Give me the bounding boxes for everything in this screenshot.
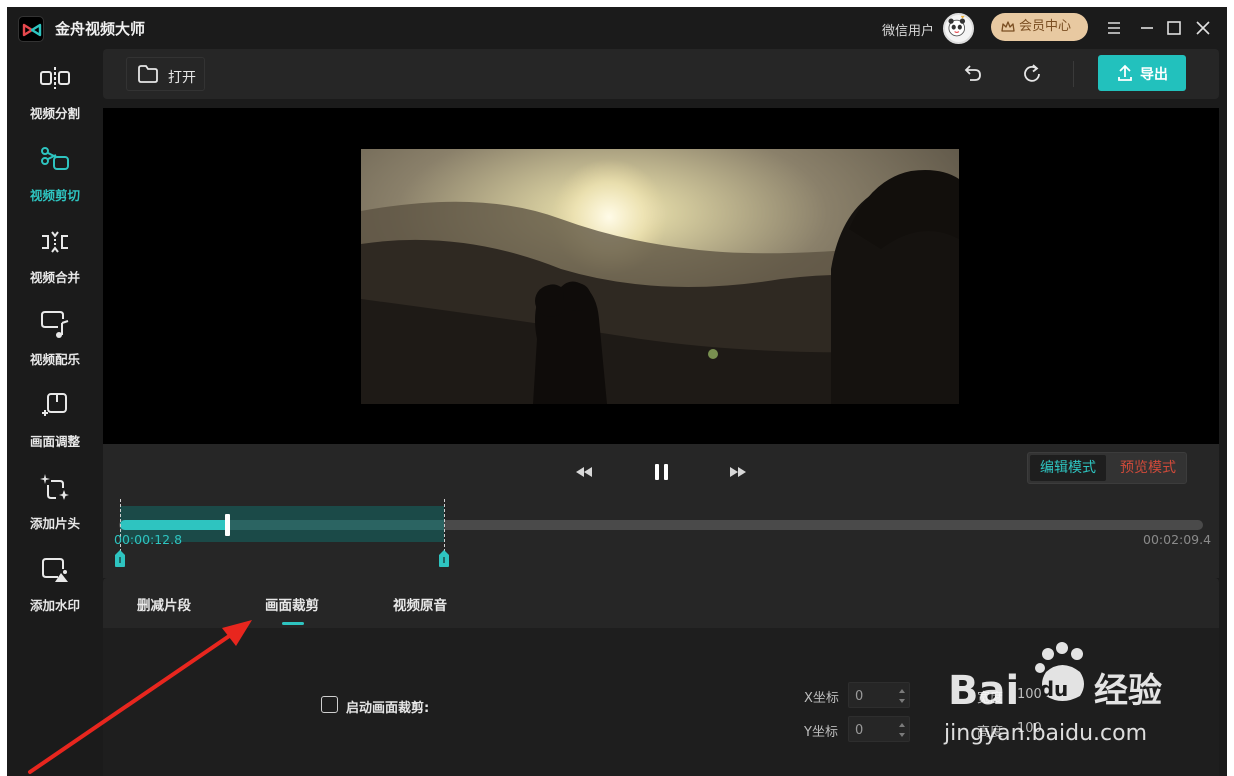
redo-icon[interactable] [1019, 61, 1045, 87]
sidebar-item-label: 画面调整 [29, 434, 80, 449]
y-coordinate-label: Y坐标 [804, 725, 838, 740]
scissors-icon [41, 147, 69, 170]
start-marker-handle[interactable] [114, 550, 126, 568]
app-title: 金舟视频大师 [55, 20, 146, 38]
enable-crop-label: 启动画面裁剪: [346, 701, 430, 716]
watermark-icon [42, 558, 68, 582]
spin-arrows-icon[interactable] [898, 686, 906, 706]
start-marker-line [120, 499, 121, 557]
x-coordinate-field[interactable] [855, 687, 895, 705]
sidebar-item-adjust[interactable]: 画面调整 [7, 377, 103, 449]
menu-icon[interactable] [1102, 16, 1126, 40]
tab-delete-segment[interactable]: 删减片段 [137, 594, 191, 614]
sidebar-item-label: 视频分割 [29, 106, 80, 121]
sidebar-item-label: 添加水印 [29, 598, 80, 613]
folder-icon [138, 65, 158, 83]
x-coordinate-input[interactable] [848, 682, 910, 708]
y-coordinate-input[interactable] [848, 716, 910, 742]
vip-center-label: 会员中心 [1019, 19, 1072, 34]
upload-icon [1118, 64, 1132, 81]
undo-icon[interactable] [959, 61, 985, 87]
tab-bar: 删减片段 画面裁剪 视频原音 [103, 578, 1219, 628]
pause-icon[interactable] [651, 461, 673, 483]
sidebar-item-merge[interactable]: 视频合并 [7, 213, 103, 285]
watermark-cn: 经验 [1094, 671, 1162, 711]
mode-toggle: 编辑模式 预览模式 [1027, 452, 1187, 484]
app-logo-icon [18, 16, 44, 42]
watermark-url: jingyan.baidu.com [943, 721, 1147, 746]
toolbar: 打开 导出 [103, 49, 1219, 99]
sidebar-item-intro[interactable]: 添加片头 [7, 459, 103, 531]
sidebar-item-split[interactable]: 视频分割 [7, 49, 103, 121]
sidebar-item-watermark[interactable]: 添加水印 [7, 541, 103, 613]
user-name[interactable]: 微信用户 [882, 20, 934, 39]
title-bar: 金舟视频大师 微信用户 会员中心 [7, 7, 1227, 49]
preview-mode-button[interactable]: 预览模式 [1110, 455, 1186, 481]
end-marker-handle[interactable] [438, 550, 450, 568]
sidebar-item-cut[interactable]: 视频剪切 [7, 131, 103, 203]
edit-mode-button[interactable]: 编辑模式 [1030, 455, 1106, 481]
svg-text:Bai: Bai [948, 668, 1019, 714]
sidebar-item-label: 视频配乐 [29, 352, 80, 367]
sidebar-item-music[interactable]: 视频配乐 [7, 295, 103, 367]
video-frame[interactable] [361, 149, 959, 404]
current-time: 00:00:12.8 [114, 532, 183, 547]
export-label: 导出 [1140, 67, 1168, 83]
sidebar-item-label: 视频剪切 [29, 188, 80, 203]
avatar[interactable] [943, 13, 974, 44]
adjust-icon [42, 393, 67, 416]
sidebar-item-label: 添加片头 [29, 516, 80, 531]
baidu-watermark: Bai du 经验 jingyan.baidu.com [940, 640, 1180, 750]
active-tab-indicator [282, 622, 304, 625]
video-preview [103, 108, 1219, 444]
minimize-icon[interactable] [1135, 16, 1159, 40]
sidebar: 视频分割 视频剪切 视频合并 视频配乐 画面调整 添加片头 添加水印 [7, 49, 103, 776]
fast-forward-icon[interactable] [727, 461, 749, 483]
open-button[interactable]: 打开 [126, 57, 205, 91]
rewind-icon[interactable] [573, 461, 595, 483]
total-time: 00:02:09.4 [1143, 532, 1212, 547]
tab-crop[interactable]: 画面裁剪 [265, 594, 319, 614]
open-label: 打开 [168, 70, 196, 86]
progress-fill [120, 520, 228, 530]
y-coordinate-field[interactable] [855, 721, 895, 739]
end-marker-line [444, 499, 445, 557]
playhead[interactable] [225, 514, 230, 536]
x-coordinate-label: X坐标 [804, 691, 839, 706]
tab-original-audio[interactable]: 视频原音 [393, 594, 447, 614]
player-controls: 编辑模式 预览模式 00:00:12.8 00:02:09.4 [103, 444, 1219, 578]
close-icon[interactable] [1191, 16, 1215, 40]
enable-crop-checkbox[interactable] [321, 696, 338, 713]
music-icon [41, 311, 69, 338]
spin-arrows-icon[interactable] [898, 720, 906, 740]
maximize-icon[interactable] [1162, 16, 1186, 40]
export-button[interactable]: 导出 [1098, 55, 1186, 91]
toolbar-separator [1073, 61, 1074, 87]
sparkle-icon [40, 474, 69, 500]
vip-center-button[interactable]: 会员中心 [991, 13, 1088, 41]
sidebar-item-label: 视频合并 [29, 270, 80, 285]
split-icon [40, 67, 70, 89]
svg-text:du: du [1040, 677, 1069, 701]
merge-icon [42, 231, 68, 253]
crown-icon [1001, 21, 1015, 32]
